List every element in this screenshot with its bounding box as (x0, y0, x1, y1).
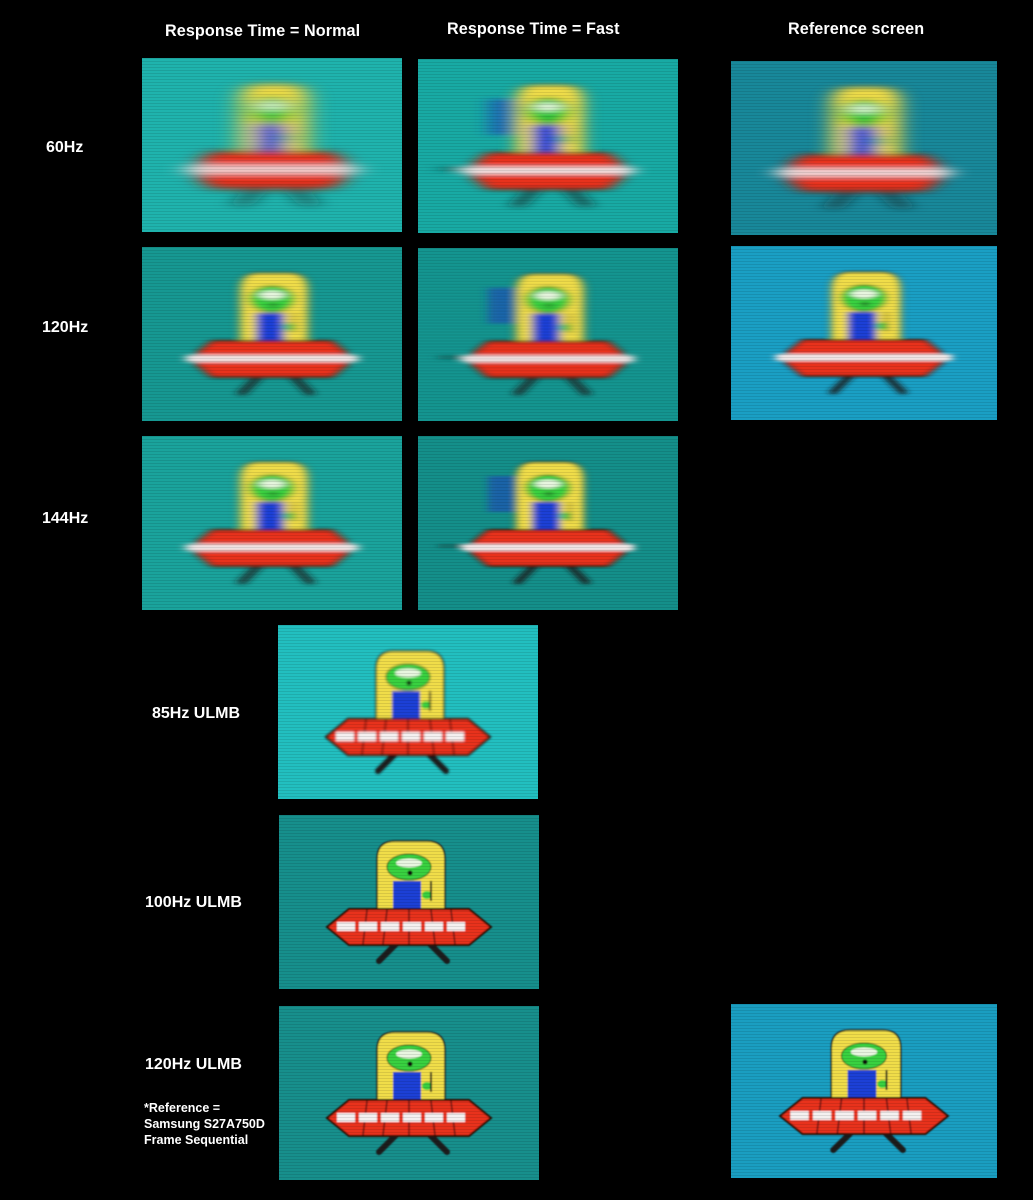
row-label-120hz-ulmb: 120Hz ULMB (145, 1056, 242, 1073)
photo-144hz-normal (142, 436, 402, 610)
scanline-texture (731, 1004, 997, 1178)
photo-144hz-fast (418, 436, 678, 610)
row-label-60hz: 60Hz (46, 139, 84, 156)
scanline-texture (418, 248, 678, 421)
photo-120hz-normal (142, 247, 402, 421)
photo-120hz-ulmb (279, 1006, 539, 1180)
row-label-120hz: 120Hz (42, 319, 89, 336)
photo-60hz-normal (142, 58, 402, 232)
photo-60hz-reference (731, 61, 997, 235)
photo-120hz-reference (731, 246, 997, 420)
photo-120hz-ulmb-reference (731, 1004, 997, 1178)
row-label-85hz-ulmb: 85Hz ULMB (152, 705, 241, 722)
reference-footnote: *Reference = Samsung S27A750D Frame Sequ… (144, 1100, 265, 1148)
photo-100hz-ulmb (279, 815, 539, 989)
footnote-line-2: Samsung S27A750D (144, 1117, 265, 1131)
scanline-texture (278, 625, 538, 799)
column-header-reference: Reference screen (788, 19, 925, 38)
scanline-texture (418, 59, 678, 233)
photo-60hz-fast (418, 59, 678, 233)
row-label-144hz: 144Hz (42, 510, 89, 527)
scanline-texture (279, 1006, 539, 1180)
scanline-texture (418, 436, 678, 610)
scanline-texture (731, 61, 997, 235)
row-label-100hz-ulmb: 100Hz ULMB (145, 894, 242, 911)
column-header-fast: Response Time = Fast (447, 19, 620, 38)
scanline-texture (731, 246, 997, 420)
scanline-texture (142, 58, 402, 232)
photo-85hz-ulmb (278, 625, 538, 799)
scanline-texture (142, 247, 402, 421)
scanline-texture (142, 436, 402, 610)
column-header-normal: Response Time = Normal (165, 21, 361, 40)
footnote-line-3: Frame Sequential (144, 1133, 249, 1147)
photo-120hz-fast (418, 248, 678, 421)
footnote-line-1: *Reference = (144, 1101, 221, 1115)
scanline-texture (279, 815, 539, 989)
